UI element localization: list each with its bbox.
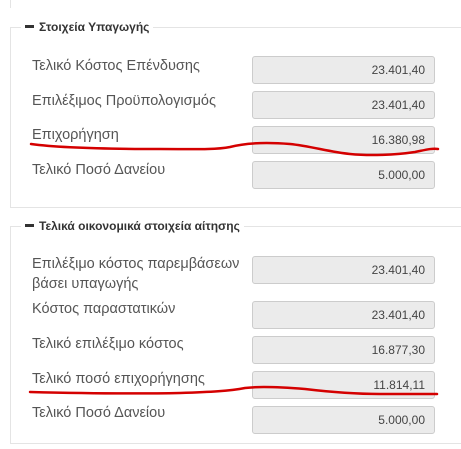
field-label: Κόστος παραστατικών [32, 301, 176, 317]
documents-cost-field[interactable]: 23.401,40 [252, 301, 435, 329]
field-label: Τελικό Ποσό Δανείου [32, 162, 166, 178]
section-final-financials: Τελικά οικονομικά στοιχεία αίτησης Επιλέ… [10, 218, 461, 444]
field-label: Τελικό ποσό επιχορήγησης [32, 371, 205, 387]
field-label: Τελικό Ποσό Δανείου [32, 405, 166, 421]
panel-edge [10, 0, 11, 8]
collapse-icon[interactable] [25, 25, 34, 29]
final-grant-amount-field[interactable]: 11.814,11 [252, 371, 435, 399]
field-label: Επιλέξιμος Προϋπολογισμός [32, 93, 216, 109]
grant-field[interactable]: 16.380,98 [252, 126, 435, 154]
eligible-budget-field[interactable]: 23.401,40 [252, 91, 435, 119]
eligible-intervention-cost-field[interactable]: 23.401,40 [252, 256, 435, 284]
section-subsumption: Στοιχεία Υπαγωγής Τελικό Κόστος Επένδυση… [10, 19, 461, 208]
final-eligible-cost-field[interactable]: 16.877,30 [252, 336, 435, 364]
section-header: Στοιχεία Υπαγωγής [21, 19, 154, 35]
field-label: Τελικό Κόστος Επένδυσης [32, 58, 200, 74]
field-label: Επιχορήγηση [32, 127, 119, 143]
field-label: Επιλέξιμο κόστος παρεμβάσεων βάσει υπαγω… [32, 256, 240, 292]
final-loan-amount-field[interactable]: 5.000,00 [252, 406, 435, 434]
section-header: Τελικά οικονομικά στοιχεία αίτησης [21, 218, 244, 234]
section-title: Στοιχεία Υπαγωγής [39, 20, 150, 34]
final-loan-amount-field[interactable]: 5.000,00 [252, 161, 435, 189]
field-label: Τελικό επιλέξιμο κόστος [32, 336, 184, 352]
section-title: Τελικά οικονομικά στοιχεία αίτησης [39, 219, 240, 233]
final-investment-cost-field[interactable]: 23.401,40 [252, 56, 435, 84]
collapse-icon[interactable] [25, 224, 34, 228]
